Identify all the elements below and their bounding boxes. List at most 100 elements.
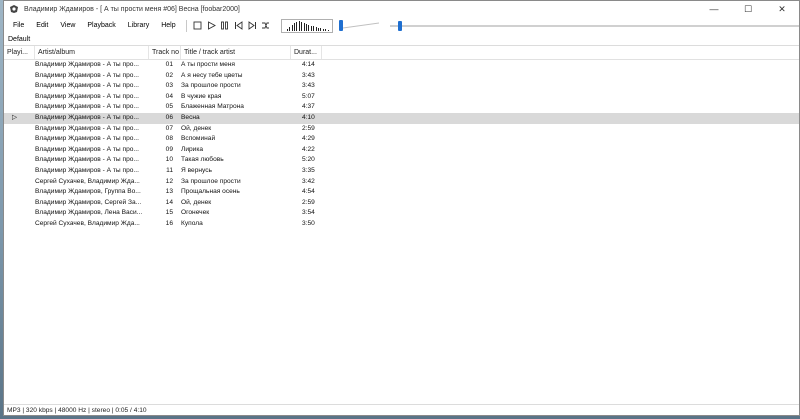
track-number-cell: 16 — [165, 219, 173, 227]
duration-cell: 3:43 — [302, 82, 315, 90]
title-cell: Блаженная Матрона — [181, 103, 244, 111]
menu-view[interactable]: View — [54, 17, 81, 34]
seek-thumb[interactable] — [398, 20, 403, 31]
playing-indicator — [4, 177, 32, 188]
artist-album-cell: Владимир Ждамиров - А ты про... — [35, 113, 139, 121]
spectrum-bar — [286, 28, 288, 31]
random-icon[interactable] — [260, 20, 272, 32]
playlist-row[interactable]: Сергей Сухачев, Владимир Жда... 12 За прош… — [4, 177, 799, 188]
artist-album-cell: Владимир Ждамиров - А ты про... — [35, 145, 139, 153]
spectrum-bar — [320, 27, 322, 31]
duration-cell: 3:43 — [302, 71, 315, 79]
playlist-row[interactable]: Владимир Ждамиров, Группа Во... 13 Прощаль… — [4, 187, 799, 198]
playlist-header: Playi... Artist/album Track no Title / t… — [4, 46, 799, 60]
spectrum-bar — [301, 21, 303, 31]
duration-cell: 2:59 — [302, 198, 315, 206]
title-bar[interactable]: Владимир Ждамиров - [ А ты прости меня #… — [4, 1, 799, 17]
title-cell: Огонечек — [181, 209, 210, 217]
stop-icon[interactable] — [192, 20, 204, 32]
artist-album-cell: Владимир Ждамиров - А ты про... — [35, 92, 139, 100]
playing-indicator — [4, 198, 32, 209]
artist-album-cell: Владимир Ждамиров - А ты про... — [35, 82, 139, 90]
spectrum-bar — [327, 29, 329, 31]
spectrum-bar — [293, 22, 295, 31]
title-cell: Вспоминай — [181, 135, 216, 143]
playing-indicator: ▷ — [12, 113, 18, 121]
title-cell: Я вернусь — [181, 166, 212, 174]
play-icon[interactable] — [205, 20, 217, 32]
track-number-cell: 11 — [166, 166, 173, 174]
spectrum-bar — [296, 21, 298, 31]
playlist-row[interactable]: Владимир Ждамиров - А ты про... 10 Такая л… — [4, 155, 799, 166]
menu-playback[interactable]: Playback — [81, 17, 121, 34]
playlist-row[interactable]: Сергей Сухачев, Владимир Жда... 16 Купола 3… — [4, 219, 799, 230]
playlist-row[interactable]: Владимир Ждамиров, Сергей За... 14 Ой, ден… — [4, 198, 799, 209]
playlist-tab-default[interactable]: Default — [8, 34, 30, 45]
title-cell: Такая любовь — [181, 156, 224, 164]
playlist-row[interactable]: Владимир Ждамиров, Лена Васи... 15 Огонече… — [4, 208, 799, 219]
menu-library[interactable]: Library — [122, 17, 155, 34]
playlist-row[interactable]: Владимир Ждамиров - А ты про... 01 А ты пр… — [4, 60, 799, 71]
playlist-row[interactable]: Владимир Ждамиров - А ты про... 09 Лирика 4… — [4, 145, 799, 156]
artist-album-cell: Сергей Сухачев, Владимир Жда... — [35, 177, 140, 185]
playlist-row[interactable]: Владимир Ждамиров - А ты про... 05 Блаженн… — [4, 102, 799, 113]
playing-indicator — [4, 155, 32, 166]
title-cell: Лирика — [181, 145, 204, 153]
column-duration[interactable]: Durat... — [291, 46, 322, 59]
track-number-cell: 14 — [165, 198, 173, 206]
close-button[interactable]: ✕ — [765, 1, 799, 17]
window-title: Владимир Ждамиров - [ А ты прости меня #… — [24, 5, 240, 13]
title-cell: А я несу тебе цветы — [181, 71, 243, 79]
playlist-row[interactable]: Владимир Ждамиров - А ты про... 03 За прош… — [4, 81, 799, 92]
artist-album-cell: Владимир Ждамиров - А ты про... — [35, 71, 139, 79]
playlist-row[interactable]: Владимир Ждамиров - А ты про... 04 В чужие… — [4, 92, 799, 103]
volume-slider[interactable] — [339, 19, 380, 35]
title-cell: Ой, денек — [181, 198, 212, 206]
track-number-cell: 05 — [165, 103, 173, 111]
playlist-view[interactable]: Playi... Artist/album Track no Title / t… — [4, 46, 799, 403]
track-number-cell: 10 — [165, 156, 173, 164]
menu-file[interactable]: File — [4, 17, 30, 34]
spectrum-visualizer — [280, 18, 334, 33]
duration-cell: 4:22 — [302, 145, 315, 153]
playlist-row[interactable]: Владимир Ждамиров - А ты про... 02 А я нес… — [4, 71, 799, 82]
spectrum-bar — [317, 27, 319, 31]
playlist-row[interactable]: Владимир Ждамиров - А ты про... 08 Вспомин… — [4, 134, 799, 145]
volume-thumb[interactable] — [339, 19, 344, 31]
title-cell: Купола — [181, 219, 203, 227]
track-number-cell: 06 — [165, 113, 173, 121]
playing-indicator — [4, 134, 32, 145]
track-number-cell: 04 — [165, 92, 173, 100]
minimize-button[interactable]: — — [697, 1, 731, 17]
status-bar: MP3 | 320 kbps | 48000 Hz | stereo | 0:0… — [4, 404, 799, 415]
playlist-row[interactable]: Владимир Ждамиров - А ты про... 07 Ой, ден… — [4, 124, 799, 135]
maximize-button[interactable]: ☐ — [731, 1, 765, 17]
playlist-row[interactable]: ▷ Владимир Ждамиров - А ты про... 06 Весна 4… — [4, 112, 799, 124]
pause-icon[interactable] — [219, 20, 231, 32]
playing-indicator — [4, 92, 32, 103]
track-number-cell: 02 — [165, 71, 173, 79]
column-title[interactable]: Title / track artist — [181, 46, 291, 59]
spectrum-bar — [303, 22, 305, 31]
duration-cell: 4:29 — [302, 135, 315, 143]
menu-help[interactable]: Help — [155, 17, 181, 34]
title-cell: А ты прости меня — [181, 61, 235, 68]
seek-bar[interactable] — [390, 19, 800, 33]
artist-album-cell: Владимир Ждамиров, Лена Васи... — [35, 209, 143, 217]
foobar-app-icon — [9, 4, 19, 14]
next-icon[interactable] — [246, 20, 258, 32]
playlist-row[interactable]: Владимир Ждамиров - А ты про... 11 Я верну… — [4, 166, 799, 177]
track-number-cell: 15 — [165, 209, 173, 217]
spectrum-bar — [315, 26, 317, 31]
spectrum-bar — [310, 25, 312, 31]
column-playing[interactable]: Playi... — [4, 46, 35, 59]
column-track-no[interactable]: Track no — [149, 46, 181, 59]
menu-edit[interactable]: Edit — [30, 17, 54, 34]
column-artist-album[interactable]: Artist/album — [35, 46, 149, 59]
title-cell: Ой, денек — [181, 124, 212, 132]
spectrum-bar — [325, 28, 327, 31]
spectrum-bar — [298, 20, 300, 31]
previous-icon[interactable] — [233, 20, 245, 32]
playing-indicator — [4, 145, 32, 156]
duration-cell: 4:37 — [302, 103, 315, 111]
